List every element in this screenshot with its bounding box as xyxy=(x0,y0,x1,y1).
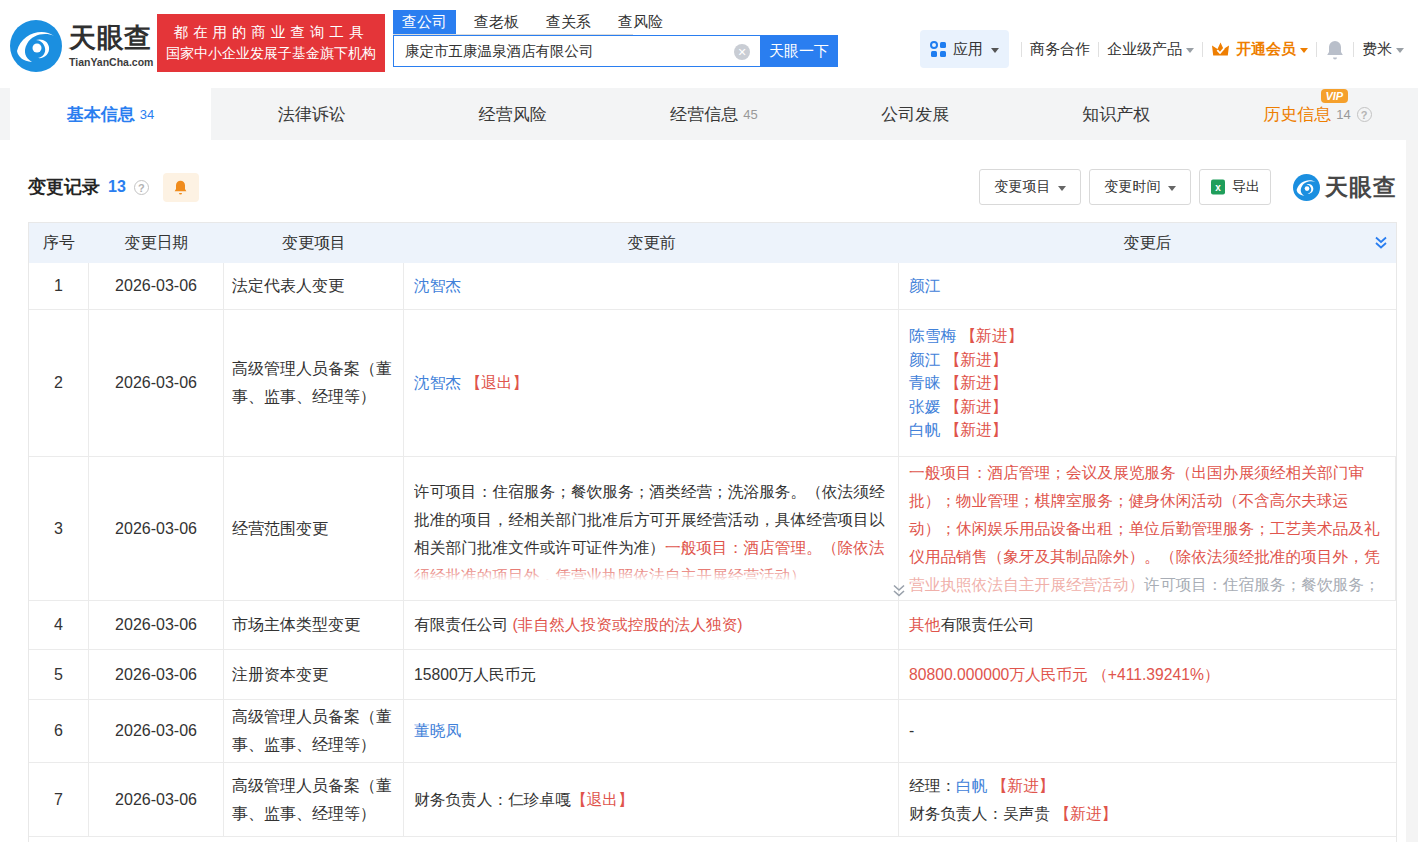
subscribe-bell-button[interactable] xyxy=(163,173,199,202)
nav-enterprise[interactable]: 企业级产品 xyxy=(1107,40,1194,59)
person-link[interactable]: 颜江 xyxy=(909,351,940,368)
chevron-down-icon xyxy=(1168,186,1176,191)
person-link[interactable]: 张媛 xyxy=(909,398,940,415)
table-row xyxy=(29,837,1396,842)
tianyancha-watermark: 天眼查 xyxy=(1293,172,1397,203)
vip-badge: VIP xyxy=(1321,89,1348,103)
table-row: 12026-03-06法定代表人变更沈智杰颜江 xyxy=(29,263,1396,310)
apps-menu[interactable]: 应用 xyxy=(920,30,1009,68)
open-vip-button[interactable]: 开通会员 xyxy=(1211,40,1308,59)
tab-0[interactable]: 基本信息34 xyxy=(10,88,211,140)
section-count: 13 xyxy=(108,178,126,196)
collapse-all-icon[interactable] xyxy=(1373,235,1389,251)
tianyancha-logo-icon xyxy=(1293,174,1320,201)
search-tab-0[interactable]: 查公司 xyxy=(393,10,456,34)
top-nav: 应用 商务合作 企业级产品 开通会员 xyxy=(920,30,1404,68)
tab-3[interactable]: 经营信息45 xyxy=(613,88,814,140)
person-link[interactable]: 董晓凤 xyxy=(414,722,461,739)
chevron-down-icon xyxy=(1186,48,1194,53)
chevron-down-icon xyxy=(1300,48,1308,53)
person-link[interactable]: 颜江 xyxy=(909,277,940,294)
table-row: 42026-03-06市场主体类型变更有限责任公司 (非自然人投资或控股的法人独… xyxy=(29,601,1396,650)
table-row: 72026-03-06高级管理人员备案（董事、监事、经理等）财务负责人：仁珍卓嘎… xyxy=(29,763,1396,837)
search-button[interactable]: 天眼一下 xyxy=(760,35,838,67)
user-menu[interactable]: 费米 xyxy=(1362,40,1404,59)
help-icon[interactable]: ? xyxy=(1357,107,1372,122)
crown-icon xyxy=(1211,41,1230,58)
nav-cooperation[interactable]: 商务合作 xyxy=(1030,40,1090,59)
search-tab-1[interactable]: 查老板 xyxy=(474,10,519,34)
tab-5[interactable]: 知识产权 xyxy=(1016,88,1217,140)
tab-4[interactable]: 公司发展 xyxy=(815,88,1016,140)
clear-search-icon[interactable]: ✕ xyxy=(734,44,750,60)
table-row: 62026-03-06高级管理人员备案（董事、监事、经理等）董晓凤- xyxy=(29,700,1396,763)
filter-change-time-button[interactable]: 变更时间 xyxy=(1089,169,1191,205)
expand-row-icon[interactable] xyxy=(891,583,907,599)
tab-2[interactable]: 经营风险 xyxy=(412,88,613,140)
section-title: 变更记录 xyxy=(28,175,100,199)
tianyancha-logo-text[interactable]: 天眼查 TianYanCha.com xyxy=(69,23,153,68)
chevron-down-icon xyxy=(1058,186,1066,191)
search-area: 查公司查老板 查关系 查风险 康定市五康温泉酒店有限公司 ✕ 天眼一下 xyxy=(393,10,838,67)
brand-slogan-banner: 都在用的商业查询工具 国家中小企业发展子基金旗下机构 xyxy=(157,14,385,72)
excel-icon: x xyxy=(1210,179,1226,195)
chevron-down-icon xyxy=(1396,48,1404,53)
export-button[interactable]: x 导出 xyxy=(1199,169,1271,205)
table-row: 32026-03-06经营范围变更许可项目：住宿服务；餐饮服务；酒类经营；洗浴服… xyxy=(29,457,1396,601)
person-link[interactable]: 陈雪梅 xyxy=(909,327,956,344)
search-category-tabs: 查公司查老板 查关系 查风险 xyxy=(393,10,838,34)
chevron-down-icon xyxy=(991,48,999,53)
top-header: 天眼查 TianYanCha.com 都在用的商业查询工具 国家中小企业发展子基… xyxy=(0,0,1418,88)
svg-text:x: x xyxy=(1215,182,1221,193)
search-tab-2[interactable]: 查关系 xyxy=(546,10,591,34)
person-link[interactable]: 青睐 xyxy=(909,374,940,391)
help-icon[interactable]: ? xyxy=(134,180,149,195)
notification-bell-icon[interactable] xyxy=(1325,39,1345,60)
tianyancha-logo-icon[interactable] xyxy=(10,20,62,72)
table-row: 22026-03-06高级管理人员备案（董事、监事、经理等）沈智杰 【退出】陈雪… xyxy=(29,310,1396,457)
table-header-row: 序号 变更日期 变更项目 变更前 变更后 xyxy=(29,223,1396,263)
scrollbar[interactable] xyxy=(1406,140,1418,842)
apps-grid-icon xyxy=(930,41,947,58)
section-tabs: 基本信息34法律诉讼经营风险经营信息45公司发展知识产权历史信息14?VIP xyxy=(0,88,1418,140)
person-link[interactable]: 沈智杰 xyxy=(414,374,461,391)
bell-icon xyxy=(173,179,188,195)
filter-change-item-button[interactable]: 变更项目 xyxy=(979,169,1081,205)
table-row: 52026-03-06注册资本变更15800万人民币元80800.000000万… xyxy=(29,650,1396,700)
search-input[interactable]: 康定市五康温泉酒店有限公司 ✕ xyxy=(393,35,760,67)
person-link[interactable]: 白帆 xyxy=(956,777,987,794)
change-records-table: 序号 变更日期 变更项目 变更前 变更后 12026-03-06法定代表人变更沈… xyxy=(28,222,1397,842)
tab-6[interactable]: 历史信息14?VIP xyxy=(1217,88,1418,140)
person-link[interactable]: 沈智杰 xyxy=(414,277,461,294)
search-tab-3[interactable]: 查风险 xyxy=(618,10,663,34)
person-link[interactable]: 白帆 xyxy=(909,421,940,438)
tab-1[interactable]: 法律诉讼 xyxy=(211,88,412,140)
